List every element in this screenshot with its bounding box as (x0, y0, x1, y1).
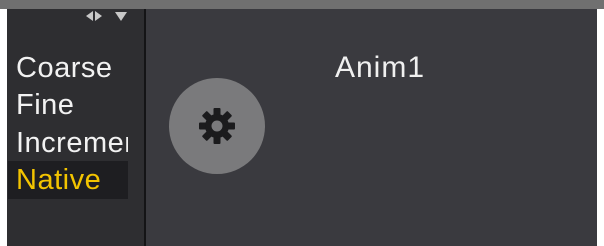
anim-title: Anim1 (334, 51, 426, 84)
left-right-down-arrows-icon (86, 11, 127, 21)
menu-item-increment[interactable]: Increment (8, 124, 128, 162)
app-window: Coarse Fine Increment Native Anim1 (0, 0, 604, 246)
menu-item-fine[interactable]: Fine (8, 86, 128, 124)
menu-item-native[interactable]: Native (8, 161, 128, 199)
gear-icon (199, 108, 235, 144)
settings-button[interactable] (169, 78, 265, 174)
arrows-control[interactable] (86, 9, 134, 23)
right-edge (597, 9, 604, 246)
top-strip (0, 0, 604, 9)
menu-item-coarse[interactable]: Coarse (8, 49, 128, 87)
